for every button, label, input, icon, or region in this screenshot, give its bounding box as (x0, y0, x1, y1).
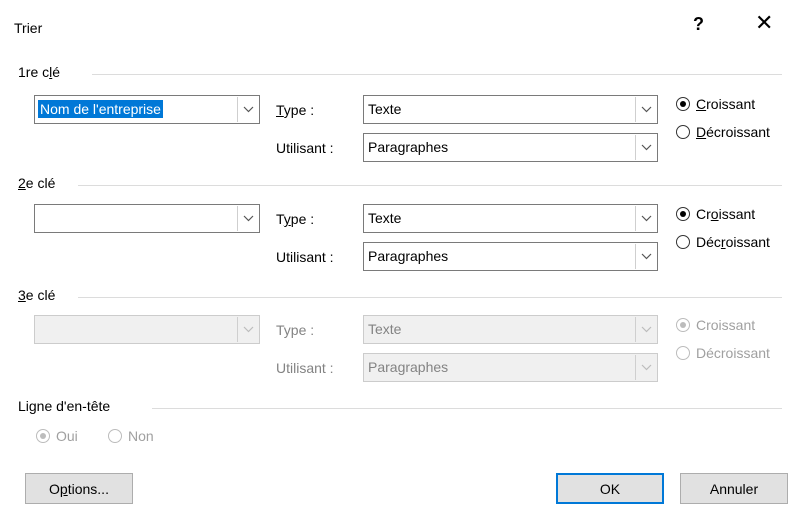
options-button[interactable]: Op tions... (25, 473, 133, 504)
key1-using-value: Paragraphes (368, 139, 449, 155)
key3-type-label: Type : (276, 322, 315, 338)
key1-using-label: Utilisant : (276, 140, 334, 156)
header-no-label: Non (128, 428, 154, 444)
chevron-down-icon[interactable] (635, 244, 656, 269)
key3-type-value: Texte (368, 321, 402, 337)
key2-descending-radio[interactable]: Décroissant (676, 234, 770, 250)
close-icon[interactable]: ✕ (755, 12, 773, 34)
header-no-radio[interactable]: Non (108, 428, 154, 444)
key1-ascending-radio[interactable]: Croissant (676, 96, 755, 112)
key3-section-label: 3e clé (18, 287, 56, 303)
key2-ascending-radio[interactable]: Croissant (676, 206, 755, 222)
key1-using-combo[interactable]: Paragraphes (363, 133, 658, 162)
key3-using-label: Utilisant : (276, 360, 334, 376)
key3-type-combo[interactable]: Texte (363, 315, 658, 344)
header-yes-radio[interactable]: Oui (36, 428, 78, 444)
radio-circle (676, 207, 690, 221)
title-bar: Trier ? ✕ (0, 0, 791, 58)
key2-using-combo[interactable]: Paragraphes (363, 242, 658, 271)
chevron-down-icon[interactable] (237, 97, 258, 122)
chevron-down-icon[interactable] (635, 206, 656, 231)
header-yes-label: Oui (56, 428, 78, 444)
key3-divider (78, 297, 782, 298)
radio-circle (676, 346, 690, 360)
radio-circle (676, 97, 690, 111)
help-button[interactable]: ? (693, 14, 704, 35)
radio-circle (676, 235, 690, 249)
key2-type-combo[interactable]: Texte (363, 204, 658, 233)
key2-section-label: 2e clé (18, 175, 56, 191)
radio-circle (676, 318, 690, 332)
cancel-button[interactable]: Annuler (680, 473, 788, 504)
chevron-down-icon[interactable] (237, 206, 258, 231)
key1-ascending-label: Croissant (696, 96, 756, 112)
key3-ascending-label: Croissant (696, 317, 756, 333)
key2-descending-label: Décroissant (696, 234, 770, 250)
key3-using-value: Paragraphes (368, 359, 449, 375)
dialog-title: Trier (14, 20, 43, 36)
chevron-down-icon[interactable] (635, 97, 656, 122)
radio-circle (108, 429, 122, 443)
key1-descending-label: Décroissant (696, 124, 770, 140)
key2-ascending-label: Croissant (696, 206, 756, 222)
key2-using-value: Paragraphes (368, 248, 449, 264)
key2-using-label: Utilisant : (276, 249, 334, 265)
radio-circle (36, 429, 50, 443)
chevron-down-icon[interactable] (237, 317, 258, 342)
header-row-divider (152, 408, 782, 409)
key2-divider (78, 185, 782, 186)
key1-descending-radio[interactable]: Décroissant (676, 124, 770, 140)
key3-ascending-radio[interactable]: Croissant (676, 317, 755, 333)
key3-field-combo[interactable] (34, 315, 260, 344)
key1-field-combo[interactable]: Nom de l'entreprise (34, 95, 260, 124)
chevron-down-icon[interactable] (635, 135, 656, 160)
key1-type-value: Texte (368, 101, 402, 117)
chevron-down-icon[interactable] (635, 355, 656, 380)
key1-section-label: 1re clé (18, 64, 61, 80)
key2-field-combo[interactable] (34, 204, 260, 233)
key2-type-value: Texte (368, 210, 402, 226)
key1-type-combo[interactable]: Texte (363, 95, 658, 124)
key2-type-label: Type : (276, 211, 315, 227)
header-row-section-label: Ligne d'en-tête (18, 398, 111, 414)
key3-using-combo[interactable]: Paragraphes (363, 353, 658, 382)
key1-divider (92, 74, 782, 75)
key3-descending-label: Décroissant (696, 345, 770, 361)
key3-descending-radio[interactable]: Décroissant (676, 345, 770, 361)
ok-button[interactable]: OK (556, 473, 664, 504)
radio-circle (676, 125, 690, 139)
chevron-down-icon[interactable] (635, 317, 656, 342)
key1-type-label: Type : (276, 102, 315, 118)
key1-field-value: Nom de l'entreprise (38, 100, 163, 118)
